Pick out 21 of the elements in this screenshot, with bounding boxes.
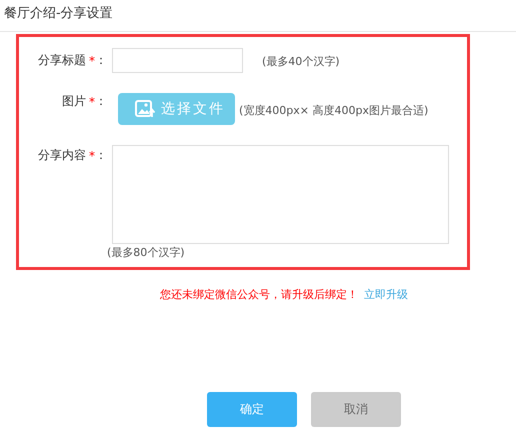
confirm-button[interactable]: 确定: [207, 392, 297, 427]
warning-message: 您还未绑定微信公众号，请升级后绑定！: [160, 287, 358, 302]
colon: ：: [95, 147, 107, 164]
required-mark: *: [89, 54, 95, 68]
image-upload-icon: [135, 100, 155, 118]
colon: ：: [95, 52, 107, 69]
field-label: 分享标题: [38, 52, 86, 69]
content-textarea[interactable]: [112, 145, 449, 244]
required-mark: *: [89, 94, 95, 108]
upgrade-link[interactable]: 立即升级: [364, 287, 408, 302]
cancel-button[interactable]: 取消: [311, 392, 401, 427]
page-title: 餐厅介绍-分享设置: [0, 0, 516, 32]
field-hint: (宽度400px× 高度400px图片最合适): [239, 103, 428, 118]
title-input[interactable]: [112, 48, 243, 73]
required-mark: *: [89, 148, 95, 162]
field-label: 图片: [62, 93, 86, 110]
field-hint: (最多40个汉字): [262, 54, 340, 69]
choose-file-button[interactable]: 选择文件: [118, 93, 235, 125]
field-label: 分享内容: [38, 147, 86, 164]
field-hint: (最多80个汉字): [107, 245, 186, 260]
colon: ：: [95, 93, 107, 110]
